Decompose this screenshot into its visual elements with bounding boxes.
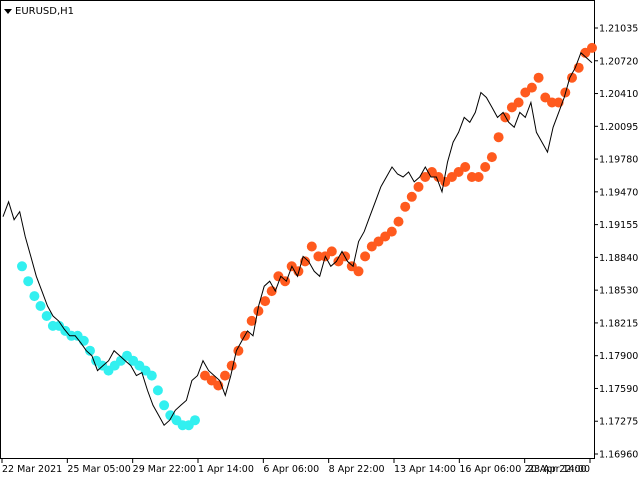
- bearish-marker: [41, 311, 52, 321]
- time-axis-label: 16 Apr 06:00: [459, 464, 521, 475]
- chart-root: 1.21035 1.20720 1.20410 1.20095 1.19780 1.194…: [0, 0, 640, 480]
- price-axis-label: 1.20720: [599, 56, 638, 67]
- bearish-marker: [23, 276, 34, 287]
- bullish-marker: [393, 216, 404, 227]
- time-axis-label: 13 Apr 14:00: [394, 464, 456, 475]
- price-axis-label: 1.21035: [599, 24, 638, 35]
- price-axis-label: 1.18215: [599, 318, 638, 329]
- bearish-marker: [17, 261, 27, 272]
- bullish-marker: [493, 132, 504, 143]
- chart-background: [0, 0, 640, 480]
- bullish-marker: [486, 152, 497, 163]
- symbol-header[interactable]: EURUSD,H1: [4, 3, 74, 19]
- bearish-marker: [78, 335, 89, 346]
- price-axis-label: 1.19780: [599, 155, 638, 166]
- price-axis-label: 1.17275: [599, 417, 638, 428]
- time-axis-label: 25 Mar 05:00: [67, 464, 130, 475]
- price-chart[interactable]: 1.21035 1.20720 1.20410 1.20095 1.19780 1.194…: [0, 0, 640, 480]
- bearish-marker: [190, 415, 200, 426]
- bullish-marker: [326, 246, 337, 257]
- bearish-marker: [29, 291, 40, 302]
- bullish-marker: [513, 97, 524, 108]
- time-axis-label: 29 Mar 22:00: [133, 464, 196, 475]
- bearish-marker: [146, 370, 157, 381]
- time-axis-label: 1 Apr 14:00: [198, 464, 254, 475]
- price-axis-label: 1.17900: [599, 351, 638, 362]
- price-axis-label: 1.20410: [599, 89, 638, 100]
- price-axis-label: 1.20095: [599, 122, 638, 133]
- bullish-marker: [280, 276, 291, 287]
- bullish-marker: [473, 172, 484, 182]
- bullish-marker: [260, 296, 271, 307]
- price-axis-label: 1.16960: [599, 450, 638, 461]
- price-axis-label: 1.19155: [599, 220, 638, 231]
- bullish-marker: [460, 162, 471, 172]
- bullish-marker: [406, 191, 417, 202]
- time-axis-label: 6 Apr 06:00: [263, 464, 319, 475]
- price-axis-label: 1.19470: [599, 187, 638, 198]
- bullish-marker: [480, 162, 491, 172]
- bearish-marker: [159, 400, 170, 411]
- bullish-marker: [220, 370, 230, 381]
- bearish-marker: [152, 385, 163, 396]
- bullish-marker: [353, 266, 364, 277]
- price-axis-label: 1.18840: [599, 253, 638, 264]
- time-axis-label: 8 Apr 22:00: [329, 464, 385, 475]
- bullish-marker: [306, 241, 317, 252]
- bullish-marker: [587, 42, 597, 53]
- time-axis-label: 23 Apr 14:00: [528, 464, 590, 475]
- bullish-marker: [526, 82, 537, 93]
- bullish-marker: [360, 251, 371, 262]
- bullish-marker: [386, 226, 397, 237]
- triangle-down-icon[interactable]: [4, 8, 12, 14]
- price-axis-label: 1.17590: [599, 384, 638, 395]
- bullish-marker: [413, 181, 424, 192]
- time-axis-label: 22 Mar 2021: [2, 464, 62, 475]
- bullish-marker: [226, 360, 237, 371]
- price-axis-label: 1.18530: [599, 286, 638, 297]
- bearish-marker: [35, 301, 46, 311]
- bullish-marker: [533, 72, 544, 83]
- bullish-marker: [400, 201, 411, 212]
- symbol-timeframe-label: EURUSD,H1: [15, 5, 75, 17]
